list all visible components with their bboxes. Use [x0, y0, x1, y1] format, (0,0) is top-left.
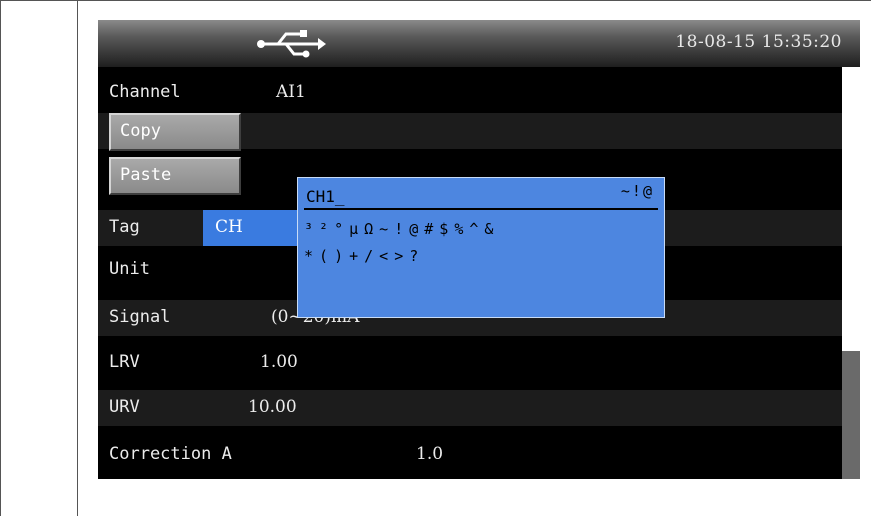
datetime-display: 18-08-15 15:35:20: [675, 32, 842, 52]
keyboard-key[interactable]: ²: [319, 220, 328, 238]
frame-top-line: [0, 0, 871, 1]
keyboard-key[interactable]: °: [334, 220, 343, 238]
status-bar: 18-08-15 15:35:20: [98, 20, 860, 67]
urv-row[interactable]: URV 10.00: [98, 390, 842, 426]
keyboard-key[interactable]: +: [349, 247, 358, 265]
keyboard-row-1: ³ ² ° µ Ω ~! @ # $% ^ &: [304, 220, 499, 238]
correction-a-row[interactable]: Correction A 1.0: [98, 437, 842, 473]
keyboard-key[interactable]: ): [334, 247, 343, 265]
urv-value: 10.00: [248, 397, 297, 417]
character-keyboard-popup: CH1_ ~!@ ³ ² ° µ Ω ~! @ # $% ^ & *() + / < >?: [297, 177, 665, 318]
copy-button[interactable]: Copy: [109, 113, 241, 151]
tag-label: Tag: [109, 217, 140, 237]
channel-row[interactable]: Channel AI1: [98, 75, 842, 111]
keyboard-key[interactable]: !: [394, 220, 403, 238]
keyboard-key[interactable]: /: [364, 247, 373, 265]
keyboard-key[interactable]: #: [424, 220, 433, 238]
keyboard-key[interactable]: @: [409, 220, 418, 238]
lrv-row[interactable]: LRV 1.00: [98, 345, 842, 381]
popup-input-text[interactable]: CH1_: [306, 187, 345, 206]
keyboard-key[interactable]: Ω: [364, 220, 373, 238]
correction-a-value: 1.0: [416, 444, 444, 464]
tag-input[interactable]: CH: [203, 210, 303, 246]
keyboard-key[interactable]: >: [394, 247, 403, 265]
signal-label: Signal: [109, 307, 171, 327]
keyboard-key[interactable]: µ: [349, 220, 358, 238]
channel-label: Channel: [109, 82, 181, 102]
keyboard-key[interactable]: ³: [304, 220, 313, 238]
device-screen: 18-08-15 15:35:20 Channel AI1 Copy Paste…: [98, 20, 860, 479]
lrv-label: LRV: [109, 352, 140, 372]
copy-row: Copy: [98, 113, 842, 151]
keyboard-key[interactable]: ~: [379, 220, 388, 238]
keyboard-key[interactable]: %: [454, 220, 463, 238]
keyboard-key[interactable]: *: [304, 247, 313, 265]
popup-input-underline: [304, 208, 658, 210]
keyboard-key[interactable]: <: [379, 247, 388, 265]
keyboard-key[interactable]: $: [439, 220, 448, 238]
frame-left-line: [0, 0, 1, 516]
correction-a-label: Correction A: [109, 444, 232, 464]
frame-divider-line: [77, 0, 78, 516]
lrv-value: 1.00: [260, 352, 298, 372]
paste-button[interactable]: Paste: [109, 157, 241, 195]
keyboard-row-2: * () + / < >?: [304, 247, 424, 265]
keyboard-key[interactable]: ^: [469, 220, 478, 238]
scrollbar-thumb[interactable]: [842, 351, 860, 479]
unit-label: Unit: [109, 259, 150, 279]
keyboard-key[interactable]: ?: [409, 247, 418, 265]
channel-value: AI1: [276, 82, 306, 102]
urv-label: URV: [109, 397, 140, 417]
tag-value: CH: [215, 217, 243, 237]
popup-tail-symbols[interactable]: ~!@: [621, 182, 654, 200]
usb-icon: [257, 30, 326, 58]
keyboard-key[interactable]: &: [484, 220, 493, 238]
keyboard-key[interactable]: (: [319, 247, 328, 265]
